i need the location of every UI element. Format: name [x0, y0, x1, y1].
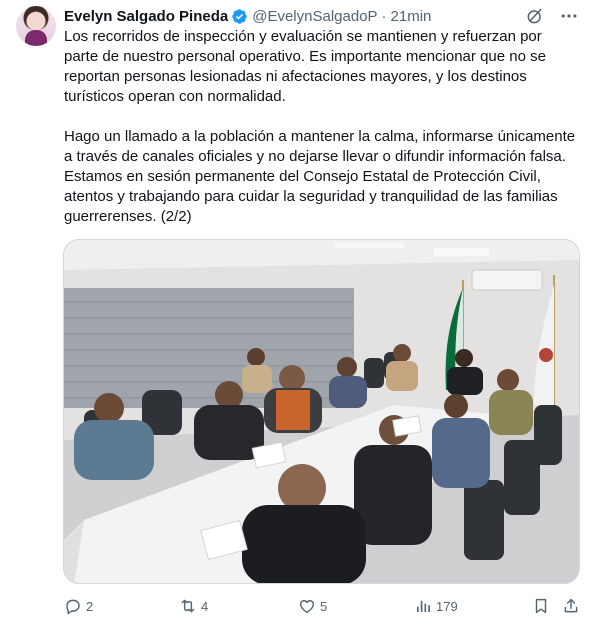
reply-icon: [66, 599, 80, 615]
like-icon: [299, 600, 315, 614]
repost-count: 4: [201, 598, 209, 614]
separator-dot: ·: [381, 7, 387, 25]
meeting-room-photo: [64, 240, 579, 583]
views-icon: [417, 600, 430, 612]
bookmark-button[interactable]: [532, 594, 550, 618]
like-button[interactable]: 5: [298, 594, 327, 618]
header-icons: [525, 6, 579, 26]
tweet-paragraph-2: Hago un llamado a la población a mantene…: [64, 128, 576, 225]
tweet-text: Los recorridos de inspección y evaluació…: [64, 27, 580, 227]
reply-button[interactable]: 2: [64, 594, 93, 618]
repost-icon: [181, 599, 195, 613]
verified-badge-icon: [232, 8, 247, 24]
tweet-photo[interactable]: [63, 239, 580, 584]
author-handle[interactable]: @EvelynSalgadoP: [252, 8, 377, 25]
tweet-header: Evelyn Salgado Pineda @EvelynSalgadoP · …: [64, 6, 579, 26]
share-button[interactable]: [562, 594, 580, 618]
like-count: 5: [320, 598, 328, 614]
tweet-paragraph-1: Los recorridos de inspección y evaluació…: [64, 28, 546, 105]
author-name[interactable]: Evelyn Salgado Pineda: [64, 8, 228, 25]
grok-icon[interactable]: [525, 6, 545, 26]
repost-button[interactable]: 4: [179, 594, 208, 618]
view-count: 179: [436, 598, 458, 614]
views-button[interactable]: 179: [414, 594, 458, 618]
share-icon: [564, 598, 578, 613]
timestamp[interactable]: 21min: [391, 8, 432, 25]
reply-count: 2: [86, 598, 94, 614]
tweet: Evelyn Salgado Pineda @EvelynSalgadoP · …: [0, 0, 595, 629]
avatar[interactable]: [16, 6, 56, 46]
more-icon[interactable]: [559, 6, 579, 26]
action-bar: 2 4 5 179: [64, 594, 582, 618]
bookmark-icon: [535, 598, 547, 614]
